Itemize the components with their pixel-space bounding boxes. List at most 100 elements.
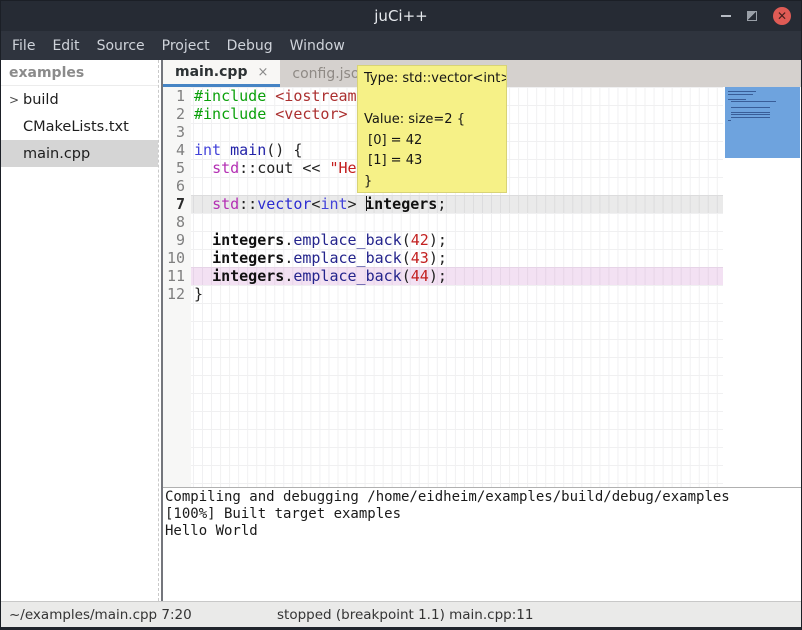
code-token: > (348, 195, 366, 213)
code-line[interactable] (191, 213, 723, 231)
file-label: main.cpp (23, 146, 90, 162)
tooltip-line: Value: size=2 { (364, 110, 500, 131)
code-token: ( (402, 267, 411, 285)
menu-item-window[interactable]: Window (290, 36, 345, 56)
code-token: ); (429, 231, 447, 249)
minimap-code-line (728, 99, 746, 100)
status-debug-state: stopped (breakpoint 1.1) main.cpp:11 (277, 607, 533, 623)
code-token: 44 (411, 267, 429, 285)
output-line: Compiling and debugging /home/eidheim/ex… (165, 489, 801, 506)
code-token (266, 105, 275, 123)
code-token: integers (212, 267, 284, 285)
file-label: build (23, 92, 59, 108)
code-token: emplace_back (293, 267, 401, 285)
code-token: emplace_back (293, 231, 401, 249)
code-token: vector (257, 195, 311, 213)
minimap-code-line (731, 117, 770, 118)
code-token: 42 (411, 231, 429, 249)
line-number: 5 (163, 159, 185, 177)
line-number: 1 (163, 87, 185, 105)
line-number: 8 (163, 213, 185, 231)
code-token (194, 159, 212, 177)
code-token: } (194, 285, 203, 303)
code-token: ); (429, 267, 447, 285)
file-tree-sidebar: examples >build CMakeLists.txt main.cpp (1, 60, 158, 601)
code-token: . (284, 231, 293, 249)
minimap-viewport[interactable] (725, 87, 800, 158)
minimap[interactable] (723, 87, 801, 487)
expand-chevron-icon[interactable]: > (9, 93, 23, 107)
minimap-code-line (728, 94, 753, 95)
code-token: #include (194, 105, 266, 123)
minimap-code-line (728, 91, 756, 92)
tab-main-cpp[interactable]: main.cpp× (163, 60, 280, 87)
code-token (194, 195, 212, 213)
code-line[interactable]: integers.emplace_back(43); (191, 249, 723, 267)
code-token (194, 231, 212, 249)
menu-item-file[interactable]: File (12, 36, 35, 56)
code-token: <vector> (275, 105, 347, 123)
code-token: #include (194, 87, 266, 105)
code-token: integers (212, 249, 284, 267)
code-token: ( (402, 231, 411, 249)
code-token: . (284, 249, 293, 267)
code-line[interactable]: integers.emplace_back(42); (191, 231, 723, 249)
tooltip-line: [1] = 43 (364, 151, 500, 172)
debug-output-panel[interactable]: Compiling and debugging /home/eidheim/ex… (163, 487, 801, 601)
output-line: [100%] Built target examples (165, 506, 801, 523)
sidebar-item-build[interactable]: >build (1, 86, 158, 113)
minimap-code-line (728, 120, 731, 121)
menu-item-source[interactable]: Source (97, 36, 145, 56)
code-token: () { (266, 141, 302, 159)
menu-item-debug[interactable]: Debug (227, 36, 273, 56)
code-token: 43 (411, 249, 429, 267)
sidebar-header: examples (1, 60, 158, 86)
code-token (194, 249, 212, 267)
code-token: emplace_back (293, 249, 401, 267)
menu-bar: File Edit Source Project Debug Window (1, 31, 801, 60)
minimap-code-line (731, 107, 770, 108)
file-label: CMakeLists.txt (23, 119, 129, 135)
minimize-icon[interactable] (721, 15, 731, 17)
line-number: 10 (163, 249, 185, 267)
line-number: 6 (163, 177, 185, 195)
close-icon[interactable]: ✕ (773, 7, 791, 25)
debug-value-tooltip: Type: std::vector<int> Value: size=2 { [… (357, 65, 507, 193)
window-controls: ✕ (721, 1, 791, 31)
code-token: :: (239, 195, 257, 213)
code-token: int (194, 141, 221, 159)
tooltip-line: Type: std::vector<int> (364, 69, 500, 90)
line-number: 7 (163, 195, 185, 213)
tab-close-icon[interactable]: × (257, 65, 268, 80)
status-file-position: ~/examples/main.cpp 7:20 (9, 607, 192, 623)
code-line[interactable]: integers.emplace_back(44); (191, 267, 723, 285)
minimap-code-line (731, 101, 776, 102)
menu-item-edit[interactable]: Edit (52, 36, 79, 56)
line-number: 2 (163, 105, 185, 123)
line-number: 9 (163, 231, 185, 249)
title-bar[interactable]: juCi++ ✕ (1, 1, 801, 31)
status-bar: ~/examples/main.cpp 7:20 stopped (breakp… (1, 601, 801, 628)
code-line[interactable]: std::vector<int> integers; (191, 195, 723, 213)
restore-icon[interactable] (747, 11, 757, 21)
code-line[interactable]: } (191, 285, 723, 303)
code-token: std (212, 195, 239, 213)
tooltip-line: [0] = 42 (364, 131, 500, 152)
output-line: Hello World (165, 523, 801, 540)
code-token: int (320, 195, 347, 213)
sidebar-item-cmakelists-txt[interactable]: CMakeLists.txt (1, 113, 158, 140)
code-token: main (230, 141, 266, 159)
code-token: integers (365, 195, 437, 213)
minimap-code-line (731, 114, 770, 115)
line-number: 3 (163, 123, 185, 141)
code-token: ); (429, 249, 447, 267)
sidebar-item-main-cpp[interactable]: main.cpp (1, 140, 158, 167)
line-number: 12 (163, 285, 185, 303)
code-token (266, 87, 275, 105)
line-number: 11 (163, 267, 185, 285)
menu-item-project[interactable]: Project (162, 36, 210, 56)
code-token: <iostream> (275, 87, 365, 105)
code-token: . (284, 267, 293, 285)
code-token: ( (402, 249, 411, 267)
sidebar-items: >build CMakeLists.txt main.cpp (1, 86, 158, 167)
